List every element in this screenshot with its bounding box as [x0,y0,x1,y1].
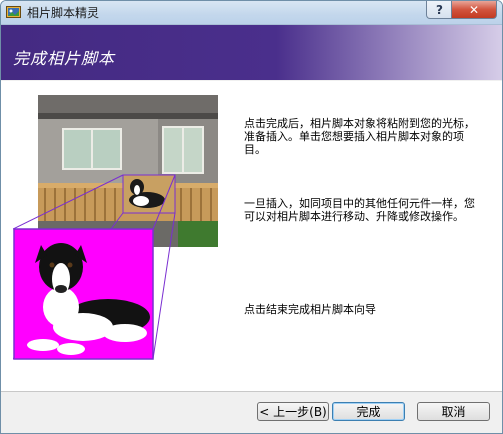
close-icon: ✕ [468,2,480,17]
title-bar: 相片脚本精灵 ? ✕ [1,1,502,25]
help-button[interactable]: ? [426,1,453,19]
instruction-paragraph-1: 点击完成后，相片脚本对象将粘附到您的光标，准备插入。单击您想要插入相片脚本对象的… [244,117,475,156]
page-title: 完成相片脚本 [13,49,116,68]
wizard-window: 相片脚本精灵 ? ✕ 完成相片脚本 点击完成后，相片脚本对象将粘附到您的光标，准… [0,0,503,434]
help-icon: ? [436,2,443,17]
wizard-header: 完成相片脚本 [1,25,502,80]
cancel-button[interactable]: 取消 [417,402,490,421]
app-icon [6,6,21,18]
wizard-content: 点击完成后，相片脚本对象将粘附到您的光标，准备插入。单击您想要插入相片脚本对象的… [1,81,502,392]
close-button[interactable]: ✕ [451,1,497,19]
window-title: 相片脚本精灵 [27,6,100,20]
instruction-paragraph-2: 一旦插入，如同项目中的其他任何元件一样，您可以对相片脚本进行移动、升降或修改操作… [244,197,475,223]
back-button[interactable]: < 上一步(B) [257,402,329,421]
deck-and-dog-illustration [13,95,218,360]
finish-button[interactable]: 完成 [332,402,405,421]
instruction-paragraph-3: 点击结束完成相片脚本向导 [244,303,376,316]
